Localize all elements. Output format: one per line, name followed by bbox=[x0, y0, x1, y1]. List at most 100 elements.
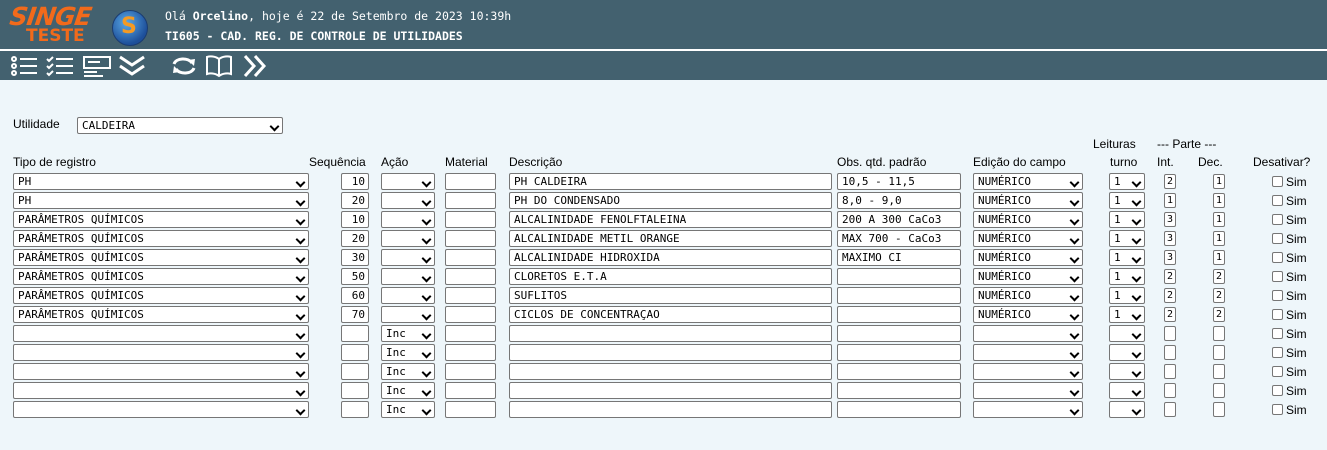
descricao-input[interactable]: CICLOS DE CONCENTRAÇAO bbox=[509, 306, 832, 323]
edicao-select[interactable]: NUMÉRICO bbox=[973, 249, 1083, 266]
leituras-select[interactable]: 1 bbox=[1109, 173, 1145, 190]
desativar-checkbox[interactable] bbox=[1272, 290, 1283, 301]
int-input[interactable]: 2 bbox=[1164, 307, 1176, 322]
desativar-checkbox[interactable] bbox=[1272, 328, 1283, 339]
int-input[interactable] bbox=[1164, 402, 1176, 417]
dec-input[interactable] bbox=[1213, 383, 1225, 398]
descricao-input[interactable] bbox=[509, 344, 832, 361]
checklist-icon[interactable] bbox=[46, 54, 74, 78]
sequencia-input[interactable]: 10 bbox=[341, 211, 369, 228]
acao-select[interactable] bbox=[381, 230, 435, 247]
desativar-checkbox[interactable] bbox=[1272, 347, 1283, 358]
obs-input[interactable] bbox=[837, 401, 961, 418]
edicao-select[interactable]: NUMÉRICO bbox=[973, 287, 1083, 304]
descricao-input[interactable]: ALCALINIDADE METIL ORANGE bbox=[509, 230, 832, 247]
obs-input[interactable] bbox=[837, 344, 961, 361]
int-input[interactable]: 3 bbox=[1164, 231, 1176, 246]
sequencia-input[interactable]: 30 bbox=[341, 249, 369, 266]
dec-input[interactable]: 1 bbox=[1213, 174, 1225, 189]
acao-select[interactable] bbox=[381, 249, 435, 266]
int-input[interactable]: 1 bbox=[1164, 193, 1176, 208]
leituras-select[interactable] bbox=[1109, 382, 1145, 399]
sequencia-input[interactable]: 70 bbox=[341, 306, 369, 323]
dec-input[interactable]: 1 bbox=[1213, 212, 1225, 227]
acao-select[interactable] bbox=[381, 192, 435, 209]
int-input[interactable]: 2 bbox=[1164, 269, 1176, 284]
dec-input[interactable]: 2 bbox=[1213, 307, 1225, 322]
edicao-select[interactable]: NUMÉRICO bbox=[973, 192, 1083, 209]
dec-input[interactable] bbox=[1213, 364, 1225, 379]
tipo-select[interactable]: PARÂMETROS QUÍMICOS bbox=[13, 306, 309, 323]
material-input[interactable] bbox=[445, 363, 496, 380]
material-input[interactable] bbox=[445, 344, 496, 361]
desativar-checkbox[interactable] bbox=[1272, 252, 1283, 263]
dec-input[interactable]: 2 bbox=[1213, 288, 1225, 303]
material-input[interactable] bbox=[445, 211, 496, 228]
leituras-select[interactable] bbox=[1109, 344, 1145, 361]
leituras-select[interactable]: 1 bbox=[1109, 306, 1145, 323]
tipo-select[interactable] bbox=[13, 344, 309, 361]
descricao-input[interactable]: CLORETOS E.T.A bbox=[509, 268, 832, 285]
leituras-select[interactable] bbox=[1109, 325, 1145, 342]
acao-select[interactable] bbox=[381, 287, 435, 304]
sequencia-input[interactable] bbox=[341, 382, 369, 399]
int-input[interactable]: 3 bbox=[1164, 250, 1176, 265]
acao-select[interactable] bbox=[381, 268, 435, 285]
material-input[interactable] bbox=[445, 249, 496, 266]
dec-input[interactable]: 2 bbox=[1213, 269, 1225, 284]
double-chevron-right-icon[interactable] bbox=[242, 54, 270, 78]
tipo-select[interactable]: PARÂMETROS QUÍMICOS bbox=[13, 211, 309, 228]
obs-input[interactable]: 200 A 300 CaCo3 bbox=[837, 211, 961, 228]
desativar-checkbox[interactable] bbox=[1272, 271, 1283, 282]
edicao-select[interactable] bbox=[973, 363, 1083, 380]
material-input[interactable] bbox=[445, 192, 496, 209]
desativar-checkbox[interactable] bbox=[1272, 404, 1283, 415]
edicao-select[interactable]: NUMÉRICO bbox=[973, 173, 1083, 190]
obs-input[interactable]: MAXIMO CI bbox=[837, 249, 961, 266]
leituras-select[interactable] bbox=[1109, 401, 1145, 418]
descricao-input[interactable]: SUFLITOS bbox=[509, 287, 832, 304]
descricao-input[interactable] bbox=[509, 382, 832, 399]
refresh-icon[interactable] bbox=[170, 54, 198, 78]
leituras-select[interactable]: 1 bbox=[1109, 211, 1145, 228]
tipo-select[interactable]: PARÂMETROS QUÍMICOS bbox=[13, 249, 309, 266]
acao-select[interactable]: Inc bbox=[381, 382, 435, 399]
obs-input[interactable] bbox=[837, 306, 961, 323]
dec-input[interactable] bbox=[1213, 345, 1225, 360]
leituras-select[interactable]: 1 bbox=[1109, 192, 1145, 209]
obs-input[interactable]: 10,5 - 11,5 bbox=[837, 173, 961, 190]
tipo-select[interactable]: PH bbox=[13, 192, 309, 209]
tipo-select[interactable]: PARÂMETROS QUÍMICOS bbox=[13, 230, 309, 247]
dec-input[interactable] bbox=[1213, 326, 1225, 341]
book-icon[interactable] bbox=[205, 54, 233, 78]
leituras-select[interactable]: 1 bbox=[1109, 249, 1145, 266]
tipo-select[interactable] bbox=[13, 401, 309, 418]
edicao-select[interactable]: NUMÉRICO bbox=[973, 230, 1083, 247]
tipo-select[interactable]: PARÂMETROS QUÍMICOS bbox=[13, 287, 309, 304]
edicao-select[interactable] bbox=[973, 401, 1083, 418]
descricao-input[interactable]: ALCALINIDADE FENOLFTALEINA bbox=[509, 211, 832, 228]
material-input[interactable] bbox=[445, 173, 496, 190]
descricao-input[interactable]: PH DO CONDENSADO bbox=[509, 192, 832, 209]
desativar-checkbox[interactable] bbox=[1272, 176, 1283, 187]
obs-input[interactable] bbox=[837, 382, 961, 399]
material-input[interactable] bbox=[445, 382, 496, 399]
int-input[interactable] bbox=[1164, 345, 1176, 360]
dec-input[interactable] bbox=[1213, 402, 1225, 417]
acao-select[interactable]: Inc bbox=[381, 325, 435, 342]
dec-input[interactable]: 1 bbox=[1213, 231, 1225, 246]
sequencia-input[interactable]: 20 bbox=[341, 192, 369, 209]
int-input[interactable]: 2 bbox=[1164, 174, 1176, 189]
acao-select[interactable]: Inc bbox=[381, 363, 435, 380]
int-input[interactable] bbox=[1164, 364, 1176, 379]
desativar-checkbox[interactable] bbox=[1272, 195, 1283, 206]
sequencia-input[interactable] bbox=[341, 325, 369, 342]
int-input[interactable]: 2 bbox=[1164, 288, 1176, 303]
descricao-input[interactable]: ALCALINIDADE HIDROXIDA bbox=[509, 249, 832, 266]
descricao-input[interactable]: PH CALDEIRA bbox=[509, 173, 832, 190]
tipo-select[interactable]: PH bbox=[13, 173, 309, 190]
edicao-select[interactable]: NUMÉRICO bbox=[973, 306, 1083, 323]
obs-input[interactable]: MAX 700 - CaCo3 bbox=[837, 230, 961, 247]
sequencia-input[interactable] bbox=[341, 401, 369, 418]
dec-input[interactable]: 1 bbox=[1213, 250, 1225, 265]
